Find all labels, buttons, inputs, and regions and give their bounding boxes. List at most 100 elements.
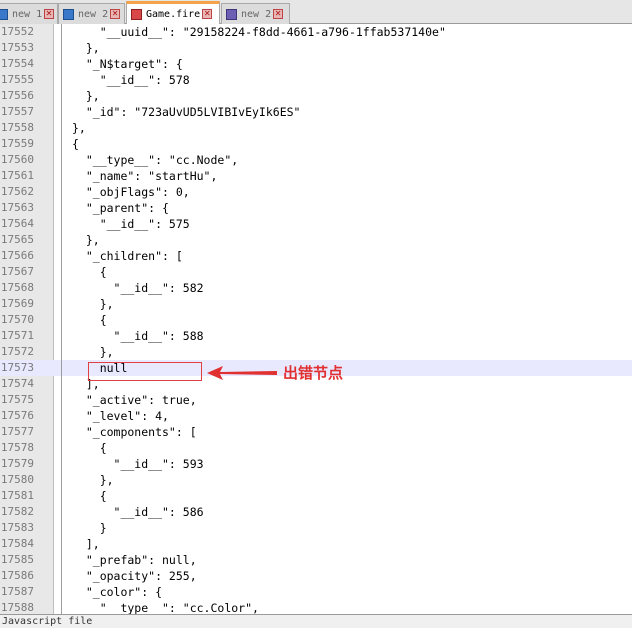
code-text: }, bbox=[72, 41, 100, 55]
code-text: "_children": [ bbox=[72, 249, 183, 263]
fold-guide bbox=[54, 424, 70, 440]
tab-game-fire[interactable]: Game.fire ✕ bbox=[126, 1, 220, 24]
status-bar: Javascript file bbox=[0, 614, 632, 628]
code-line[interactable]: 17568 "__id__": 582 bbox=[0, 280, 632, 296]
fold-guide bbox=[54, 488, 70, 504]
code-line[interactable]: 17585 "_prefab": null, bbox=[0, 552, 632, 568]
line-number: 17571 bbox=[0, 329, 34, 342]
line-number: 17579 bbox=[0, 457, 34, 470]
fold-guide bbox=[54, 376, 70, 392]
code-text: }, bbox=[72, 345, 114, 359]
line-number: 17585 bbox=[0, 553, 34, 566]
code-line[interactable]: 17563 "_parent": { bbox=[0, 200, 632, 216]
close-icon[interactable]: ✕ bbox=[44, 9, 54, 19]
fold-guide bbox=[54, 360, 70, 376]
fold-guide bbox=[54, 232, 70, 248]
fold-guide bbox=[54, 344, 70, 360]
code-line[interactable]: 17565 }, bbox=[0, 232, 632, 248]
code-line[interactable]: 17584 ], bbox=[0, 536, 632, 552]
fold-guide bbox=[54, 88, 70, 104]
error-highlight-box bbox=[88, 362, 202, 381]
line-number: 17588 bbox=[0, 601, 34, 614]
code-line[interactable]: 17562 "_objFlags": 0, bbox=[0, 184, 632, 200]
code-text: "_objFlags": 0, bbox=[72, 185, 190, 199]
line-number: 17576 bbox=[0, 409, 34, 422]
code-line[interactable]: 17559 { bbox=[0, 136, 632, 152]
code-line[interactable]: 17575 "_active": true, bbox=[0, 392, 632, 408]
code-line[interactable]: 17558}, bbox=[0, 120, 632, 136]
code-line[interactable]: 17577 "_components": [ bbox=[0, 424, 632, 440]
code-text: "_level": 4, bbox=[72, 409, 169, 423]
code-line[interactable]: 17588 "__type__": "cc.Color", bbox=[0, 600, 632, 614]
code-editor[interactable]: 17552 "__uuid__": "29158224-f8dd-4661-a7… bbox=[0, 24, 632, 614]
line-number: 17565 bbox=[0, 233, 34, 246]
code-text: "_opacity": 255, bbox=[72, 569, 197, 583]
line-number: 17580 bbox=[0, 473, 34, 486]
tab-label: new 2 bbox=[78, 8, 109, 20]
line-number: 17564 bbox=[0, 217, 34, 230]
fold-guide bbox=[54, 520, 70, 536]
code-line[interactable]: 17582 "__id__": 586 bbox=[0, 504, 632, 520]
code-text: { bbox=[72, 265, 107, 279]
line-number: 17572 bbox=[0, 345, 34, 358]
code-line[interactable]: 17567 { bbox=[0, 264, 632, 280]
code-line[interactable]: 17572 }, bbox=[0, 344, 632, 360]
code-line[interactable]: 17578 { bbox=[0, 440, 632, 456]
fold-guide bbox=[54, 168, 70, 184]
code-line[interactable]: 17557 "_id": "723aUvUD5LVIBIvEyIk6ES" bbox=[0, 104, 632, 120]
fold-guide bbox=[54, 312, 70, 328]
line-number: 17581 bbox=[0, 489, 34, 502]
code-line[interactable]: 17569 }, bbox=[0, 296, 632, 312]
code-text: }, bbox=[72, 297, 114, 311]
fold-guide bbox=[54, 568, 70, 584]
code-line[interactable]: 17570 { bbox=[0, 312, 632, 328]
tab-new-2-b[interactable]: new 2 ✕ bbox=[221, 3, 290, 24]
code-line[interactable]: 17561 "_name": "startHu", bbox=[0, 168, 632, 184]
fold-guide bbox=[54, 56, 70, 72]
code-text: ], bbox=[72, 537, 100, 551]
code-line[interactable]: 17555 "__id__": 578 bbox=[0, 72, 632, 88]
code-line[interactable]: 17587 "_color": { bbox=[0, 584, 632, 600]
close-icon[interactable]: ✕ bbox=[202, 9, 213, 19]
code-line[interactable]: 17580 }, bbox=[0, 472, 632, 488]
code-line[interactable]: 17579 "__id__": 593 bbox=[0, 456, 632, 472]
code-line[interactable]: 17571 "__id__": 588 bbox=[0, 328, 632, 344]
line-number: 17553 bbox=[0, 41, 34, 54]
code-text: "_color": { bbox=[72, 585, 163, 599]
code-line[interactable]: 17586 "_opacity": 255, bbox=[0, 568, 632, 584]
code-text: "__id__": 588 bbox=[72, 329, 204, 343]
tab-label: new 2 bbox=[241, 8, 272, 20]
status-text: Javascript file bbox=[2, 616, 93, 627]
tab-new-2[interactable]: new 2 ✕ bbox=[58, 3, 125, 24]
tab-new-1[interactable]: new 1 ✕ bbox=[0, 3, 58, 24]
code-line[interactable]: 17566 "_children": [ bbox=[0, 248, 632, 264]
line-number: 17573 bbox=[0, 361, 34, 374]
fold-guide bbox=[54, 280, 70, 296]
code-line[interactable]: 17576 "_level": 4, bbox=[0, 408, 632, 424]
fold-guide bbox=[54, 120, 70, 136]
code-text: "_id": "723aUvUD5LVIBIvEyIk6ES" bbox=[72, 105, 301, 119]
close-icon[interactable]: ✕ bbox=[110, 9, 121, 19]
code-text: { bbox=[72, 137, 79, 151]
code-text: }, bbox=[72, 473, 114, 487]
code-text: "_active": true, bbox=[72, 393, 197, 407]
code-line[interactable]: 17554 "_N$target": { bbox=[0, 56, 632, 72]
close-icon[interactable]: ✕ bbox=[273, 9, 284, 19]
code-line[interactable]: 17564 "__id__": 575 bbox=[0, 216, 632, 232]
code-text: "__id__": 582 bbox=[72, 281, 204, 295]
code-line[interactable]: 17553 }, bbox=[0, 40, 632, 56]
line-number: 17552 bbox=[0, 25, 34, 38]
line-number: 17561 bbox=[0, 169, 34, 182]
code-text: }, bbox=[72, 121, 86, 135]
code-text: { bbox=[72, 489, 107, 503]
line-number: 17567 bbox=[0, 265, 34, 278]
line-number: 17566 bbox=[0, 249, 34, 262]
code-line[interactable]: 17581 { bbox=[0, 488, 632, 504]
code-line[interactable]: 17583 } bbox=[0, 520, 632, 536]
code-text: "__id__": 578 bbox=[72, 73, 190, 87]
code-line[interactable]: 17556 }, bbox=[0, 88, 632, 104]
code-line[interactable]: 17552 "__uuid__": "29158224-f8dd-4661-a7… bbox=[0, 24, 632, 40]
code-text: "_components": [ bbox=[72, 425, 197, 439]
code-text: }, bbox=[72, 233, 100, 247]
code-line[interactable]: 17560 "__type__": "cc.Node", bbox=[0, 152, 632, 168]
